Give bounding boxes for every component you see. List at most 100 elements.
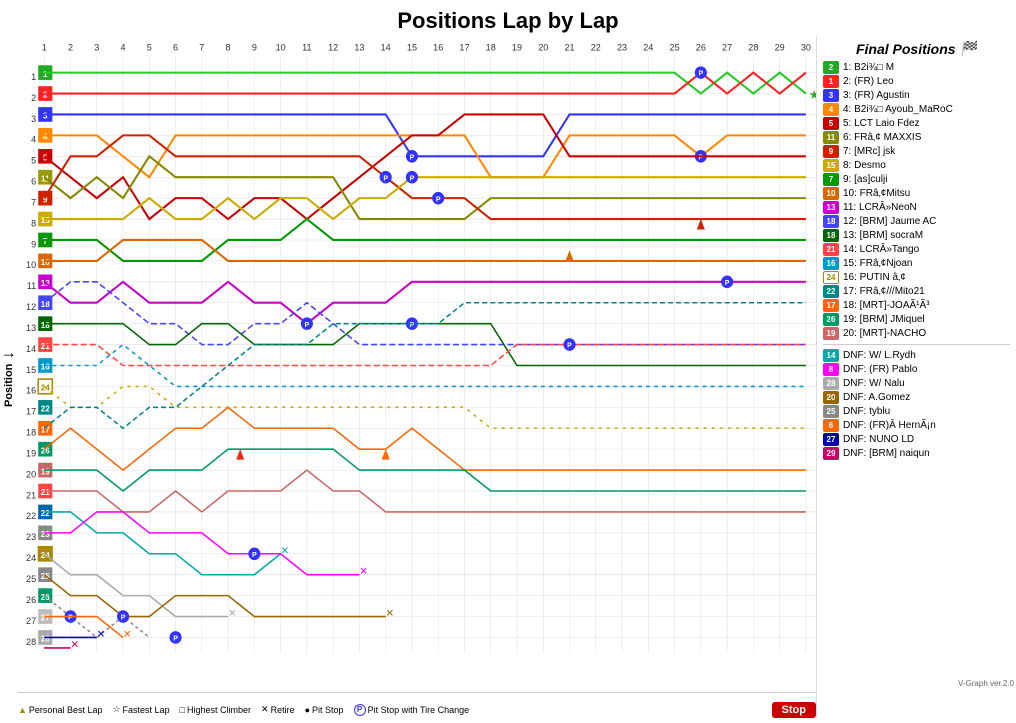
dnf-badge: 27 (823, 433, 839, 446)
legend-position-item: 1010: FRâ‚¢Mitsu (823, 187, 1010, 200)
svg-text:16: 16 (26, 386, 36, 396)
svg-text:11: 11 (302, 43, 311, 53)
svg-text:20: 20 (26, 469, 36, 479)
svg-text:1: 1 (31, 72, 36, 82)
position-badge: 11 (823, 131, 839, 144)
legend-position-item: 44: B2i¾□ Ayoub_MaRoC (823, 103, 1010, 116)
svg-text:18: 18 (41, 321, 50, 330)
position-badge: 13 (823, 201, 839, 214)
position-badge: 19 (823, 327, 839, 340)
svg-text:6: 6 (173, 43, 178, 53)
svg-text:P: P (410, 173, 415, 182)
svg-text:P: P (725, 278, 730, 287)
svg-text:19: 19 (41, 467, 50, 476)
svg-text:19: 19 (26, 448, 36, 458)
svg-text:✕: ✕ (123, 629, 131, 640)
legend-position-item: 21: B2i¾□ M (823, 61, 1010, 74)
dnf-label: DNF: W/ Nalu (843, 378, 905, 389)
dnf-label: DNF: NUNO LD (843, 434, 914, 445)
svg-text:27: 27 (26, 616, 36, 626)
svg-text:24: 24 (643, 43, 653, 53)
svg-text:17: 17 (26, 407, 36, 417)
legend-personal-best: ▲ Personal Best Lap (18, 705, 102, 715)
position-badge: 5 (823, 117, 839, 130)
position-badge: 2 (823, 61, 839, 74)
svg-text:13: 13 (26, 323, 36, 333)
svg-text:8: 8 (226, 43, 231, 53)
position-badge: 24 (823, 271, 839, 284)
svg-text:22: 22 (26, 511, 36, 521)
legend-fastest-lap: ☆ Fastest Lap (112, 704, 169, 715)
position-label: 4: B2i¾□ Ayoub_MaRoC (843, 104, 953, 115)
dnf-badge: 28 (823, 377, 839, 390)
svg-text:27: 27 (722, 43, 732, 53)
dnf-item: 28 DNF: W/ Nalu (823, 377, 1010, 390)
svg-text:P: P (410, 152, 415, 161)
svg-text:11: 11 (27, 281, 36, 291)
svg-text:1: 1 (42, 43, 47, 53)
legend-position-item: 2619: [BRM] JMiquel (823, 313, 1010, 326)
svg-text:3: 3 (43, 112, 48, 121)
legend-panel: Final Positions 🏁 21: B2i¾□ M12: (FR) Le… (816, 36, 1016, 718)
dnf-badge: 25 (823, 405, 839, 418)
position-badge: 22 (823, 285, 839, 298)
svg-text:25: 25 (26, 574, 36, 584)
svg-text:3: 3 (94, 43, 99, 53)
svg-text:12: 12 (328, 43, 338, 53)
svg-text:4: 4 (31, 135, 36, 145)
svg-text:1: 1 (43, 70, 48, 79)
svg-text:26: 26 (26, 595, 36, 605)
legend-position-item: 1813: [BRM] socraM (823, 229, 1010, 242)
svg-text:15: 15 (41, 216, 50, 225)
position-label: 16: PUTIN â‚¢ (843, 272, 906, 283)
dnf-item: 20DNF: A.Gomez (823, 391, 1010, 404)
legend-pit-stop: ● Pit Stop (305, 705, 344, 715)
legend-position-item: 2114: LCRÂ»Tango (823, 243, 1010, 256)
position-label: 15: FRâ‚¢Njoan (843, 258, 912, 269)
position-label: 7: [MRc] jsk (843, 146, 895, 157)
stop-label[interactable]: Stop (772, 702, 816, 718)
svg-text:28: 28 (748, 43, 758, 53)
dnf-badge: 8 (823, 363, 839, 376)
svg-text:4: 4 (43, 132, 48, 141)
dnf-label: DNF: W/ L.Rydh (843, 350, 916, 361)
svg-text:24: 24 (26, 553, 36, 563)
dnf-label: DNF: (FR)Â HernÃ¡n (843, 420, 936, 431)
svg-text:2: 2 (68, 43, 73, 53)
svg-text:15: 15 (26, 365, 36, 375)
svg-text:✕: ✕ (386, 608, 394, 619)
position-badge: 9 (823, 145, 839, 158)
position-badge: 18 (823, 229, 839, 242)
dnf-label: DNF: A.Gomez (843, 392, 910, 403)
bottom-legend: ▲ Personal Best Lap ☆ Fastest Lap □ High… (18, 692, 816, 722)
svg-text:21: 21 (41, 342, 50, 351)
legend-position-item: 158: Desmo (823, 159, 1010, 172)
position-label: 12: [BRM] Jaume AC (843, 216, 936, 227)
legend-position-item: 9 7: [MRc] jsk (823, 145, 1010, 158)
position-label: 17: FRâ‚¢///Mito21 (843, 286, 925, 297)
position-label: 3: (FR) Agustin (843, 90, 910, 101)
dnf-item: 8DNF: (FR) Pablo (823, 363, 1010, 376)
svg-text:21: 21 (41, 488, 50, 497)
position-label: 2: (FR) Leo (843, 76, 894, 87)
svg-text:16: 16 (41, 363, 50, 372)
positions-list: 21: B2i¾□ M12: (FR) Leo33: (FR) Agustin4… (823, 61, 1010, 340)
svg-text:25: 25 (670, 43, 680, 53)
position-badge: 1 (823, 75, 839, 88)
version-text: V-Graph ver.2.0 (958, 679, 1014, 688)
position-label: 11: LCRÂ»NeoN (843, 202, 917, 213)
dnf-badge: 29 (823, 447, 839, 460)
dnf-badge: 14 (823, 349, 839, 362)
svg-text:21: 21 (564, 43, 574, 53)
svg-text:10: 10 (41, 258, 50, 267)
svg-text:4: 4 (121, 43, 126, 53)
svg-text:7: 7 (43, 237, 48, 246)
svg-text:✕: ✕ (71, 640, 79, 651)
svg-text:28: 28 (26, 637, 36, 647)
legend-position-item: 55: LCT Laio Fdez (823, 117, 1010, 130)
position-label: 9: [as]culji (843, 174, 887, 185)
svg-text:5: 5 (147, 43, 152, 53)
svg-text:22: 22 (41, 404, 50, 413)
svg-text:13: 13 (354, 43, 364, 53)
dnf-list: 14 DNF: W/ L.Rydh 8DNF: (FR) Pablo28 DNF: W… (823, 349, 1010, 460)
